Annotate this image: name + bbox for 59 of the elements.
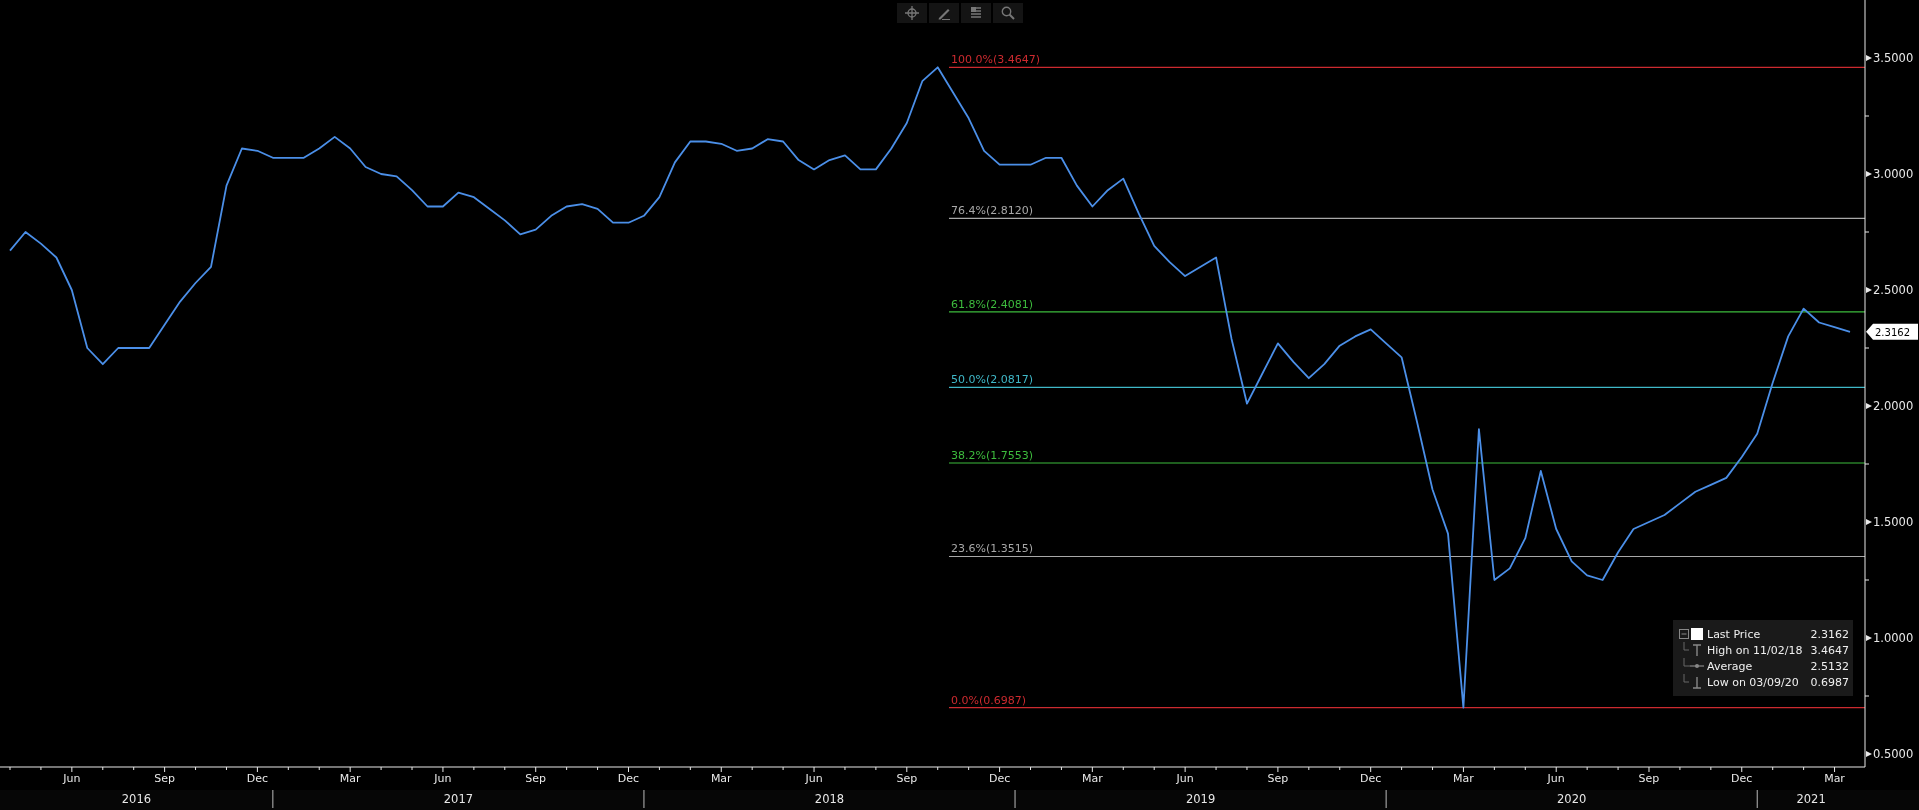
last-price-value: 2.3162	[1875, 326, 1910, 338]
list-icon	[968, 5, 984, 21]
price-axis-label: 1.0000	[1873, 631, 1914, 645]
search-icon	[1000, 5, 1016, 21]
month-label: Sep	[154, 772, 175, 785]
list-button[interactable]	[961, 3, 991, 23]
year-label: 2018	[814, 792, 845, 806]
legend-label: High on 11/02/18	[1707, 643, 1804, 657]
month-label: Dec	[1360, 772, 1382, 785]
month-label: Sep	[525, 772, 547, 785]
month-label: Mar	[1453, 772, 1474, 785]
month-label: Jun	[434, 772, 452, 785]
month-label: Jun	[805, 772, 823, 785]
crosshair-button[interactable]	[897, 3, 927, 23]
legend-value: 3.4647	[1810, 643, 1849, 657]
month-label: Dec	[246, 772, 269, 785]
year-label: 2021	[1796, 792, 1826, 806]
price-axis-label: 0.5000	[1873, 747, 1914, 761]
search-button[interactable]	[993, 3, 1023, 23]
legend-value: 0.6987	[1810, 675, 1849, 689]
month-label: Dec	[617, 772, 640, 785]
price-axis-label: 3.0000	[1873, 167, 1914, 181]
year-label: 2019	[1185, 792, 1216, 806]
draw-button[interactable]	[929, 3, 959, 23]
fibonacci-level-label: 61.8%(2.4081)	[951, 297, 1034, 311]
month-label: Jun	[1547, 772, 1565, 785]
month-label: Mar	[339, 772, 361, 785]
fibonacci-level-label: 23.6%(1.3515)	[951, 542, 1034, 556]
month-label: Jun	[63, 772, 81, 785]
month-label: Mar	[1081, 772, 1103, 785]
year-label: 2016	[121, 792, 152, 806]
month-label: Sep	[896, 772, 918, 785]
year-label: 2020	[1557, 792, 1587, 806]
month-label: Mar	[710, 772, 732, 785]
price-axis-label: 3.5000	[1873, 51, 1914, 65]
fibonacci-level-label: 38.2%(1.7553)	[951, 449, 1034, 462]
month-label: Mar	[1824, 772, 1845, 785]
legend-label: Low on 03/09/20	[1707, 675, 1800, 689]
month-label: Sep	[1267, 772, 1289, 785]
year-label: 2017	[443, 792, 474, 806]
fibonacci-level-label: 100.0%(3.4647)	[951, 53, 1040, 67]
fibonacci-level-label: 50.0%(2.0817)	[951, 373, 1034, 387]
legend-label: Last Price	[1707, 627, 1762, 641]
month-label: Dec	[1731, 772, 1753, 785]
month-label: Sep	[1638, 772, 1660, 785]
last-price-tag	[1866, 323, 1918, 340]
legend-label: Average	[1707, 659, 1754, 673]
fibonacci-level-label: 76.4%(2.8120)	[951, 204, 1034, 218]
legend-swatch-icon	[1689, 626, 1705, 642]
crosshair-icon	[904, 5, 920, 21]
price-axis-label: 2.5000	[1873, 283, 1914, 297]
price-axis-label: 1.5000	[1873, 515, 1914, 529]
legend-value: 2.5132	[1810, 659, 1849, 673]
fibonacci-level-label: 0.0%(0.6987)	[951, 693, 1027, 707]
month-label: Jun	[1176, 772, 1194, 785]
price-axis-label: 2.0000	[1873, 399, 1914, 413]
legend-value: 2.3162	[1810, 627, 1849, 641]
collapse-icon[interactable]	[1679, 629, 1689, 639]
month-label: Dec	[988, 772, 1011, 785]
